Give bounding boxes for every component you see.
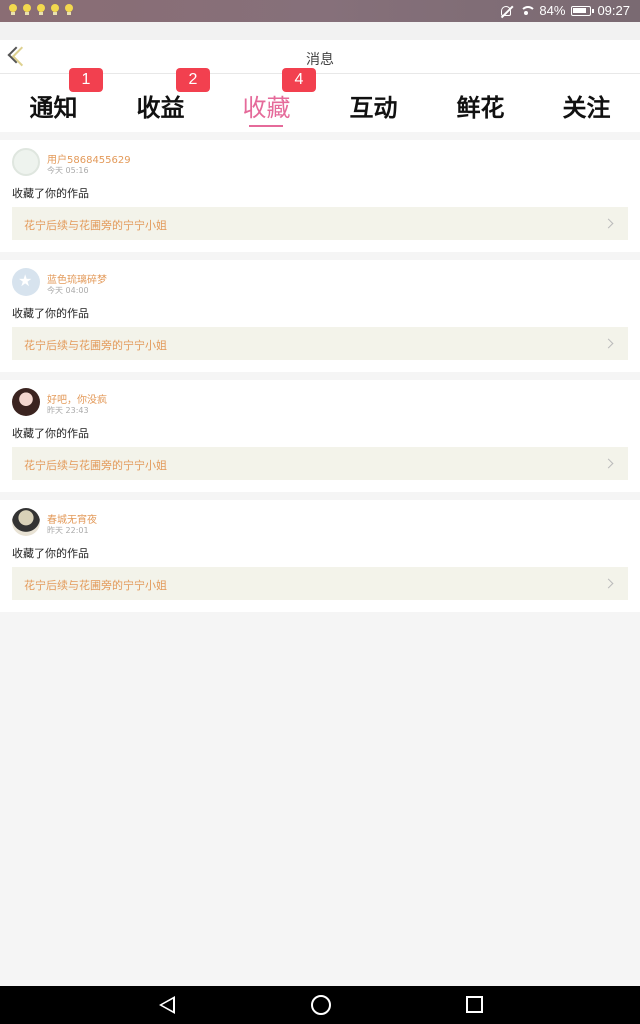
- tab-favorites[interactable]: 收藏 4: [213, 68, 320, 132]
- bulb-icon: [8, 4, 18, 16]
- work-title: 花宁后续与花圃旁的宁宁小姐: [24, 339, 167, 352]
- category-tabs: 通知 1 收益 2 收藏 4 互动 鲜花 关注: [0, 68, 640, 132]
- unread-badge: 1: [69, 68, 103, 92]
- timestamp: 昨天 23:43: [47, 406, 89, 415]
- top-spacer: [0, 22, 640, 40]
- work-title: 花宁后续与花圃旁的宁宁小姐: [24, 579, 167, 592]
- avatar[interactable]: [12, 388, 40, 416]
- work-link[interactable]: 花宁后续与花圃旁的宁宁小姐: [12, 327, 628, 360]
- tab-earnings[interactable]: 收益 2: [107, 68, 214, 132]
- tab-interactions[interactable]: 互动: [320, 74, 427, 132]
- mute-icon: [499, 5, 513, 17]
- tab-label: 收益: [136, 94, 185, 122]
- timestamp: 今天 05:16: [47, 166, 89, 175]
- bulb-icon: [64, 4, 74, 16]
- status-bar: 84% 09:27: [0, 0, 640, 22]
- clock: 09:27: [597, 3, 630, 18]
- tab-notifications[interactable]: 通知 1: [0, 68, 107, 132]
- chevron-right-icon: [603, 578, 614, 589]
- system-home-icon[interactable]: [311, 995, 331, 1015]
- message-list: 用户5868455629 今天 05:16 收藏了你的作品 花宁后续与花圃旁的宁…: [0, 132, 640, 612]
- work-link[interactable]: 花宁后续与花圃旁的宁宁小姐: [12, 207, 628, 240]
- work-link[interactable]: 花宁后续与花圃旁的宁宁小姐: [12, 567, 628, 600]
- bulb-icon: [50, 4, 60, 16]
- message-card: 用户5868455629 今天 05:16 收藏了你的作品 花宁后续与花圃旁的宁…: [0, 140, 640, 252]
- tab-label: 通知: [29, 94, 78, 122]
- bulb-icon: [22, 4, 32, 16]
- username[interactable]: 蓝色琉璃碎梦: [47, 271, 107, 286]
- active-tab-indicator: [249, 125, 283, 127]
- wifi-icon: [519, 5, 537, 17]
- tab-label: 鲜花: [456, 94, 505, 122]
- work-title: 花宁后续与花圃旁的宁宁小姐: [24, 459, 167, 472]
- message-card: 好吧，你没疯 昨天 23:43 收藏了你的作品 花宁后续与花圃旁的宁宁小姐: [0, 380, 640, 492]
- notification-icons: [8, 4, 74, 16]
- action-text: 收藏了你的作品: [12, 427, 89, 440]
- timestamp: 今天 04:00: [47, 286, 89, 295]
- chevron-right-icon: [603, 338, 614, 349]
- unread-badge: 2: [176, 68, 210, 92]
- battery-icon: [571, 5, 595, 16]
- tab-label: 收藏: [242, 94, 291, 122]
- system-back-icon[interactable]: [159, 996, 175, 1014]
- action-text: 收藏了你的作品: [12, 187, 89, 200]
- work-title: 花宁后续与花圃旁的宁宁小姐: [24, 219, 167, 232]
- tab-flowers[interactable]: 鲜花: [427, 74, 534, 132]
- tab-label: 关注: [562, 94, 611, 122]
- message-card: 蓝色琉璃碎梦 今天 04:00 收藏了你的作品 花宁后续与花圃旁的宁宁小姐: [0, 260, 640, 372]
- avatar[interactable]: [12, 148, 40, 176]
- username[interactable]: 春城无宵夜: [47, 511, 97, 526]
- unread-badge: 4: [282, 68, 316, 92]
- avatar[interactable]: [12, 268, 40, 296]
- bulb-icon: [36, 4, 46, 16]
- avatar[interactable]: [12, 508, 40, 536]
- tab-follows[interactable]: 关注: [533, 74, 640, 132]
- page-title: 消息: [306, 52, 334, 68]
- action-text: 收藏了你的作品: [12, 547, 89, 560]
- tab-label: 互动: [349, 94, 398, 122]
- username[interactable]: 好吧，你没疯: [47, 391, 107, 406]
- system-navigation-bar: [0, 986, 640, 1024]
- work-link[interactable]: 花宁后续与花圃旁的宁宁小姐: [12, 447, 628, 480]
- chevron-right-icon: [603, 458, 614, 469]
- action-text: 收藏了你的作品: [12, 307, 89, 320]
- username[interactable]: 用户5868455629: [47, 151, 131, 166]
- message-card: 春城无宵夜 昨天 22:01 收藏了你的作品 花宁后续与花圃旁的宁宁小姐: [0, 500, 640, 612]
- battery-percentage: 84%: [539, 3, 566, 18]
- system-recents-icon[interactable]: [466, 996, 483, 1013]
- chevron-right-icon: [603, 218, 614, 229]
- timestamp: 昨天 22:01: [47, 526, 89, 535]
